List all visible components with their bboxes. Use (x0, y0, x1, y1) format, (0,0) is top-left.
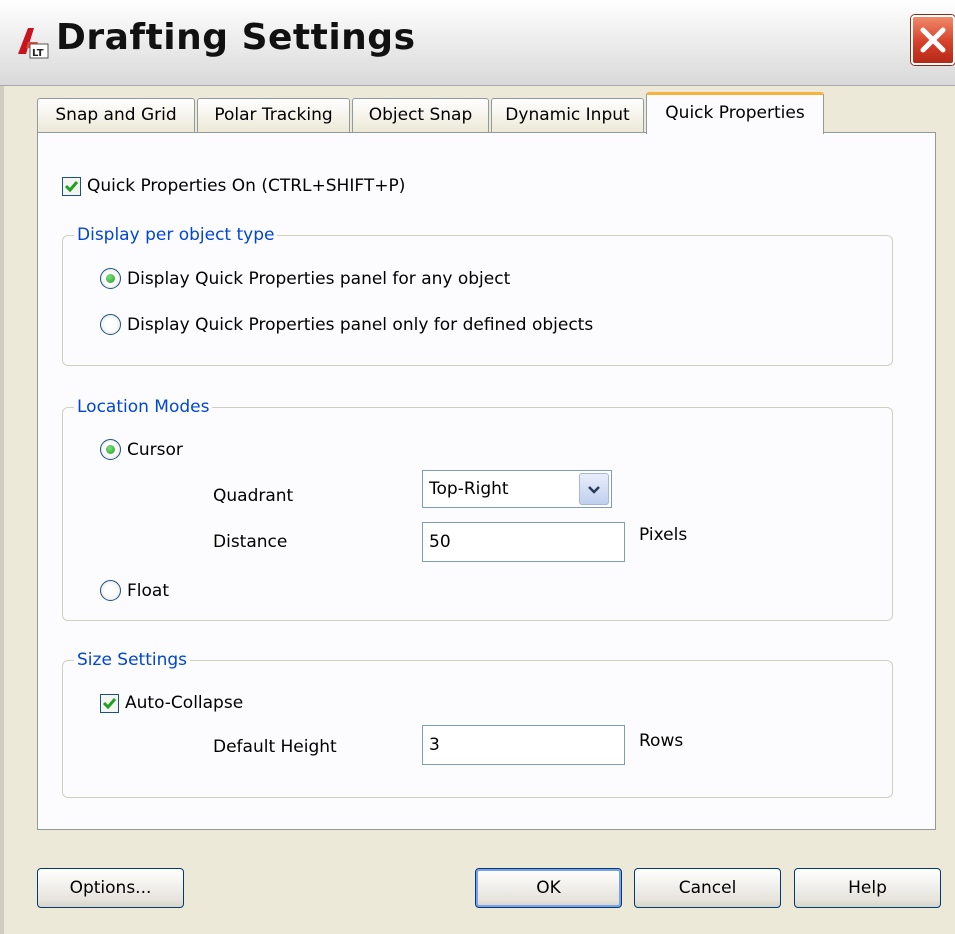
radio-defined-objects[interactable]: Display Quick Properties panel only for … (100, 314, 593, 335)
checkbox-box[interactable] (100, 693, 119, 713)
radio-defined-objects-label: Display Quick Properties panel only for … (127, 314, 594, 335)
tab-dynamic-input[interactable]: Dynamic Input (491, 98, 644, 132)
ok-button[interactable]: OK (475, 868, 622, 908)
checkbox-box[interactable] (62, 176, 81, 196)
close-button[interactable] (911, 15, 955, 65)
options-button[interactable]: Options... (37, 868, 184, 908)
auto-collapse-label: Auto-Collapse (125, 693, 244, 713)
radio-button[interactable] (100, 268, 121, 289)
radio-button[interactable] (100, 439, 121, 460)
chevron-down-icon (588, 486, 600, 494)
radio-float[interactable]: Float (100, 580, 169, 601)
tab-object-snap[interactable]: Object Snap (352, 98, 489, 132)
svg-text:LT: LT (32, 48, 44, 59)
distance-input[interactable]: 50 (422, 522, 625, 562)
tab-polar-tracking[interactable]: Polar Tracking (197, 98, 350, 132)
quick-properties-on-label: Quick Properties On (CTRL+SHIFT+P) (87, 176, 406, 196)
quick-properties-on-checkbox[interactable]: Quick Properties On (CTRL+SHIFT+P) (62, 176, 405, 196)
radio-button[interactable] (100, 314, 121, 335)
radio-cursor[interactable]: Cursor (100, 439, 183, 460)
tab-quick-properties[interactable]: Quick Properties (646, 92, 824, 134)
checkmark-icon (102, 697, 117, 709)
close-icon (920, 27, 946, 53)
radio-any-object[interactable]: Display Quick Properties panel for any o… (100, 268, 510, 289)
auto-collapse-checkbox[interactable]: Auto-Collapse (100, 693, 243, 713)
tab-snap-and-grid[interactable]: Snap and Grid (37, 98, 195, 132)
radio-button[interactable] (100, 580, 121, 601)
radio-cursor-label: Cursor (127, 439, 183, 460)
autocad-lt-icon[interactable]: LT (14, 24, 50, 60)
help-button[interactable]: Help (794, 868, 941, 908)
dropdown-button[interactable] (579, 473, 609, 505)
quadrant-value: Top-Right (429, 479, 509, 499)
default-height-input[interactable]: 3 (422, 725, 625, 765)
quadrant-dropdown[interactable]: Top-Right (422, 470, 612, 508)
checkmark-icon (64, 180, 79, 192)
window-title: Drafting Settings (56, 17, 416, 58)
radio-any-object-label: Display Quick Properties panel for any o… (127, 268, 511, 289)
cancel-button[interactable]: Cancel (634, 868, 781, 908)
window-frame (0, 86, 4, 934)
radio-float-label: Float (127, 580, 169, 601)
title-bar[interactable]: LT Drafting Settings (0, 0, 955, 86)
